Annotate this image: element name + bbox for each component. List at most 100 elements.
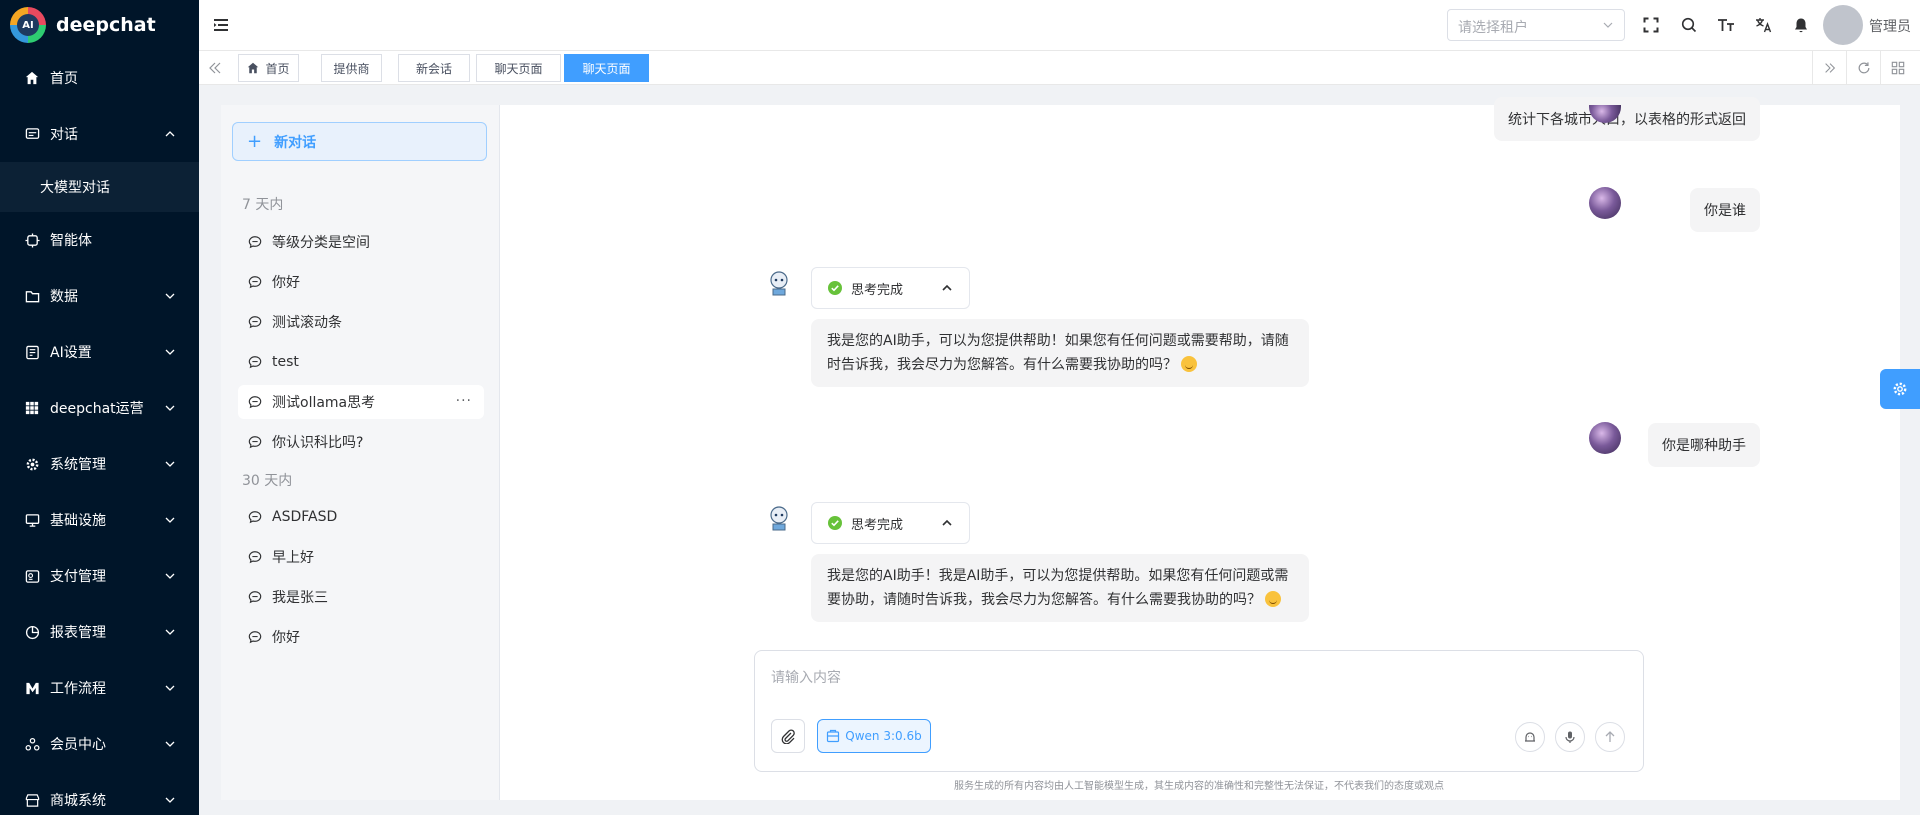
sidebar-item-data[interactable]: 数据 <box>0 268 199 324</box>
sidebar-item-infrastructure[interactable]: 基础设施 <box>0 492 199 548</box>
conversation-item[interactable]: 测试滚动条 <box>238 305 484 339</box>
sidebar-item-label: deepchat运营 <box>50 401 144 417</box>
monitor-icon <box>24 512 40 528</box>
conversation-item[interactable]: 等级分类是空间 <box>238 225 484 259</box>
bell-icon[interactable] <box>1791 15 1811 35</box>
sidebar-item-shop[interactable]: 商城系统 <box>0 772 199 815</box>
tab-new-session[interactable]: 新会话 <box>398 54 470 82</box>
more-options-icon[interactable]: ··· <box>456 393 472 409</box>
group-label: 7 天内 <box>242 197 284 213</box>
double-chevron-left-icon[interactable] <box>207 60 223 76</box>
assistant-message: 我是您的AI助手！我是AI助手，可以为您提供帮助。如果您有任何问题或需要协助，请… <box>811 554 1309 622</box>
arrow-up-icon <box>1605 731 1615 742</box>
chevron-down-icon <box>165 629 175 635</box>
check-circle-icon <box>828 281 842 295</box>
sidebar-item-workflow[interactable]: 工作流程 <box>0 660 199 716</box>
sidebar-item-label: 大模型对话 <box>40 180 110 196</box>
conversation-item[interactable]: 你好 <box>238 620 484 654</box>
sidebar-item-ai-settings[interactable]: AI设置 <box>0 324 199 380</box>
robot-icon <box>770 506 788 531</box>
user-avatar <box>1589 422 1621 454</box>
grid-icon <box>24 400 40 416</box>
menu-toggle-icon[interactable] <box>211 15 231 35</box>
member-icon <box>24 736 40 752</box>
conversation-item[interactable]: 你认识科比吗? <box>238 425 484 459</box>
paperclip-icon <box>781 729 795 744</box>
sidebar-item-agents[interactable]: 智能体 <box>0 212 199 268</box>
conversation-title: ASDFASD <box>272 509 338 525</box>
refresh-button[interactable] <box>1846 51 1880 85</box>
home-icon <box>248 62 259 74</box>
sidebar-item-label: 数据 <box>50 289 78 305</box>
theme-settings-button[interactable] <box>1880 369 1920 409</box>
thinking-status-label: 思考完成 <box>851 517 904 533</box>
tab-label: 聊天页面 <box>582 61 631 76</box>
conversation-item[interactable]: 你好 <box>238 265 484 299</box>
chevron-down-icon <box>165 349 175 355</box>
tab-menu-button[interactable] <box>1880 51 1914 85</box>
thinking-status-toggle[interactable]: 思考完成 <box>811 267 970 309</box>
font-size-icon[interactable] <box>1716 15 1736 35</box>
topbar: 请选择租户 管理员 <box>199 0 1920 51</box>
tab-chat-page-active[interactable]: 聊天页面 <box>564 54 649 82</box>
sidebar-subitem-llm-chat[interactable]: 大模型对话 <box>0 162 199 212</box>
assistant-avatar <box>763 267 795 299</box>
tenant-select[interactable]: 请选择租户 <box>1447 9 1625 41</box>
sidebar: AI deepchat 首页 对话 大模型对话 智能体 数据 AI设置 deep… <box>0 0 199 815</box>
chevron-up-icon <box>165 131 175 137</box>
tab-scroll-right[interactable] <box>1812 51 1846 85</box>
folder-icon <box>24 288 40 304</box>
user-name[interactable]: 管理员 <box>1869 16 1911 36</box>
tab-home[interactable]: 首页 <box>238 54 299 82</box>
sidebar-item-home[interactable]: 首页 <box>0 50 199 106</box>
conversation-item[interactable]: test <box>238 345 484 379</box>
knowledge-button[interactable] <box>1515 722 1545 752</box>
tab-chat-page[interactable]: 聊天页面 <box>476 54 561 82</box>
check-circle-icon <box>828 516 842 530</box>
sidebar-item-system[interactable]: 系统管理 <box>0 436 199 492</box>
pie-icon <box>24 624 40 640</box>
sidebar-item-label: 首页 <box>50 71 78 87</box>
thinking-status-toggle[interactable]: 思考完成 <box>811 502 970 544</box>
sidebar-item-chat[interactable]: 对话 <box>0 106 199 162</box>
conversation-item-hovered[interactable]: 测试ollama思考 ··· <box>238 385 484 419</box>
assistant-message: 我是您的AI助手，可以为您提供帮助！如果您有任何问题或需要帮助，请随时告诉我，我… <box>811 319 1309 387</box>
send-button[interactable] <box>1595 722 1625 752</box>
chat-bubble-icon <box>248 356 262 369</box>
sidebar-item-members[interactable]: 会员中心 <box>0 716 199 772</box>
new-chat-label: 新对话 <box>274 134 317 151</box>
conversation-title: test <box>272 354 299 370</box>
chat-bubble-icon <box>248 551 262 564</box>
attach-button[interactable] <box>771 719 805 753</box>
sidebar-item-reports[interactable]: 报表管理 <box>0 604 199 660</box>
voice-button[interactable] <box>1555 722 1585 752</box>
chevron-down-icon <box>165 293 175 299</box>
model-select-button[interactable]: Qwen 3:0.6b <box>817 719 931 753</box>
chat-bubble-icon <box>248 631 262 644</box>
gear-icon <box>1893 382 1907 396</box>
conversation-item[interactable]: 我是张三 <box>238 580 484 614</box>
chat-bubble-icon <box>248 396 262 409</box>
thinking-status-label: 思考完成 <box>851 282 904 298</box>
message-input[interactable]: 请输入内容 Qwen 3:0.6b <box>754 650 1644 772</box>
chat-bubble-icon <box>248 591 262 604</box>
sidebar-item-operations[interactable]: deepchat运营 <box>0 380 199 436</box>
conversation-item[interactable]: 早上好 <box>238 540 484 574</box>
chevron-down-icon <box>165 517 175 523</box>
user-message: 你是谁 <box>1690 188 1760 232</box>
user-message: 你是哪种助手 <box>1648 423 1760 467</box>
fullscreen-icon[interactable] <box>1641 15 1661 35</box>
user-message: 统计下各城市人口，以表格的形式返回 <box>1494 97 1760 141</box>
conversation-item[interactable]: ASDFASD <box>238 500 484 534</box>
tab-label: 聊天页面 <box>494 61 543 76</box>
search-icon[interactable] <box>1679 15 1699 35</box>
message-text: 你是哪种助手 <box>1662 438 1746 454</box>
logo[interactable]: AI deepchat <box>0 0 199 50</box>
translate-icon[interactable] <box>1754 15 1774 35</box>
user-avatar <box>1589 187 1621 219</box>
avatar[interactable] <box>1823 5 1863 45</box>
sidebar-item-label: 系统管理 <box>50 457 106 473</box>
tab-provider[interactable]: 提供商 <box>321 54 382 82</box>
sidebar-item-payment[interactable]: 支付管理 <box>0 548 199 604</box>
new-chat-button[interactable]: + 新对话 <box>232 122 487 161</box>
